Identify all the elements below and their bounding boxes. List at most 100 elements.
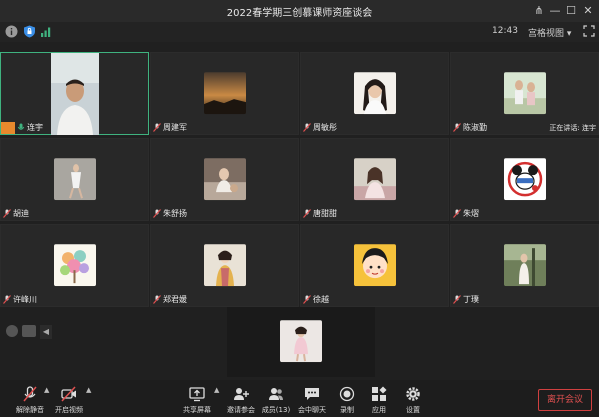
info-bar: 12:43 宫格视图 ▾: [0, 22, 599, 42]
participant-name: 唐甜甜: [313, 208, 337, 218]
participant-name: 周敏彤: [313, 122, 337, 132]
participant-tile[interactable]: 周建军: [150, 52, 299, 135]
chat-icon: [305, 388, 319, 400]
mic-off-icon: [23, 386, 37, 402]
self-avatar: [280, 320, 322, 363]
mic-muted-icon: [453, 208, 461, 218]
mic-muted-icon: [303, 294, 311, 304]
participant-tile[interactable]: 连宇: [0, 52, 149, 135]
chat-bubble-icon[interactable]: [22, 325, 36, 337]
participant-nametag: 陈淑勤: [453, 121, 487, 133]
close-icon[interactable]: ✕: [580, 3, 596, 19]
share-screen-button[interactable]: 共享屏幕: [175, 386, 219, 415]
speaker-indicator-icon: [1, 122, 15, 134]
mic-muted-icon: [303, 122, 311, 132]
participant-tile[interactable]: 郑君媛: [150, 224, 299, 307]
info-icon[interactable]: [5, 25, 18, 38]
participant-video: [50, 53, 99, 135]
bottom-toolbar: 解除静音 ▲ 开启视频 ▲ 共享屏幕 ▲ 邀请参会 成员(13) 会中聊天 录制: [0, 380, 599, 417]
participant-tile[interactable]: 许峰川: [0, 224, 149, 307]
video-options-caret-icon[interactable]: ▲: [86, 386, 91, 394]
apps-icon: [372, 386, 387, 401]
participant-tile[interactable]: 胡迪: [0, 138, 149, 221]
settings-label: 设置: [406, 406, 420, 414]
participant-nametag: 许峰川: [3, 293, 37, 305]
mic-muted-icon: [453, 294, 461, 304]
emoji-icon[interactable]: [6, 325, 18, 337]
participant-nametag: 连宇: [17, 121, 43, 133]
meeting-clock: 12:43: [492, 26, 518, 36]
participant-avatar: [353, 71, 396, 114]
view-mode-dropdown[interactable]: 宫格视图 ▾: [528, 26, 571, 39]
participant-nametag: 徐越: [303, 293, 329, 305]
participant-nametag: 周建军: [153, 121, 187, 133]
participant-avatar: [53, 157, 96, 200]
mic-muted-icon: [303, 208, 311, 218]
participant-avatar: [503, 157, 546, 200]
speaking-now-label: 正在讲话: 连宇: [549, 124, 596, 132]
participant-avatar: [353, 243, 396, 286]
participant-tile[interactable]: 陈淑勤 正在讲话: 连宇: [450, 52, 599, 135]
record-icon: [339, 386, 355, 402]
mic-muted-icon: [153, 294, 161, 304]
participant-name: 朱熠: [463, 208, 479, 218]
window-title: 2022春学期三创慕课师资座谈会: [226, 8, 373, 19]
participant-nametag: 丁璞: [453, 293, 479, 305]
mic-muted-icon: [3, 294, 11, 304]
participant-avatar: [503, 243, 546, 286]
participant-name: 许峰川: [13, 294, 37, 304]
add-user-icon: [234, 388, 249, 400]
signal-icon: [41, 27, 51, 37]
participant-avatar: [353, 157, 396, 200]
collapse-arrow-icon[interactable]: ◀: [40, 325, 52, 339]
participant-name: 周建军: [163, 122, 187, 132]
participant-name: 郑君媛: [163, 294, 187, 304]
mic-muted-icon: [153, 208, 161, 218]
participant-avatar: [203, 243, 246, 286]
participant-nametag: 周敏彤: [303, 121, 337, 133]
minimize-icon[interactable]: —: [547, 3, 563, 19]
start-video-label: 开启视频: [55, 406, 83, 414]
fullscreen-icon[interactable]: [583, 25, 595, 37]
side-controls: ◀: [6, 325, 52, 339]
participant-nametag: 朱熠: [453, 207, 479, 219]
share-screen-label: 共享屏幕: [183, 406, 211, 414]
start-video-button[interactable]: 开启视频: [47, 386, 91, 415]
camera-off-icon: [61, 386, 76, 402]
participant-name: 胡迪: [13, 208, 29, 218]
participant-nametag: 胡迪: [3, 207, 29, 219]
meeting-window: 2022春学期三创慕课师资座谈会 ⋔ — ☐ ✕ 12:43 宫格视图 ▾ 连宇…: [0, 0, 599, 417]
settings-button[interactable]: 设置: [391, 386, 435, 415]
pin-icon[interactable]: ⋔: [531, 3, 547, 19]
participant-name: 连宇: [27, 122, 43, 132]
participant-avatar: [53, 243, 96, 286]
mic-muted-icon: [453, 122, 461, 132]
maximize-icon[interactable]: ☐: [563, 3, 579, 19]
participant-name: 陈淑勤: [463, 122, 487, 132]
title-bar: 2022春学期三创慕课师资座谈会 ⋔ — ☐ ✕: [0, 0, 599, 22]
unmute-label: 解除静音: [16, 406, 44, 414]
self-view[interactable]: [227, 307, 375, 377]
shield-icon[interactable]: [23, 25, 36, 38]
participant-name: 徐越: [313, 294, 329, 304]
mic-active-icon: [17, 123, 25, 130]
leave-meeting-button[interactable]: 离开会议: [538, 389, 592, 411]
participant-avatar: [503, 71, 546, 114]
gear-icon: [406, 387, 420, 401]
participant-tile[interactable]: 唐甜甜: [300, 138, 449, 221]
participant-tile[interactable]: 朱舒扬: [150, 138, 299, 221]
participant-grid: 连宇 周建军 周敏彤 陈淑勤 正在讲话: 连宇 胡迪 朱舒扬 唐甜甜 朱熠 许峰…: [0, 52, 599, 307]
participant-tile[interactable]: 周敏彤: [300, 52, 449, 135]
participant-tile[interactable]: 朱熠: [450, 138, 599, 221]
participant-tile[interactable]: 徐越: [300, 224, 449, 307]
participant-name: 朱舒扬: [163, 208, 187, 218]
mic-muted-icon: [3, 208, 11, 218]
participant-avatar: [203, 71, 246, 114]
participant-nametag: 郑君媛: [153, 293, 187, 305]
mic-muted-icon: [153, 122, 161, 132]
participant-nametag: 朱舒扬: [153, 207, 187, 219]
share-screen-icon: [189, 387, 205, 402]
participant-tile[interactable]: 丁璞: [450, 224, 599, 307]
participant-name: 丁璞: [463, 294, 479, 304]
participant-nametag: 唐甜甜: [303, 207, 337, 219]
